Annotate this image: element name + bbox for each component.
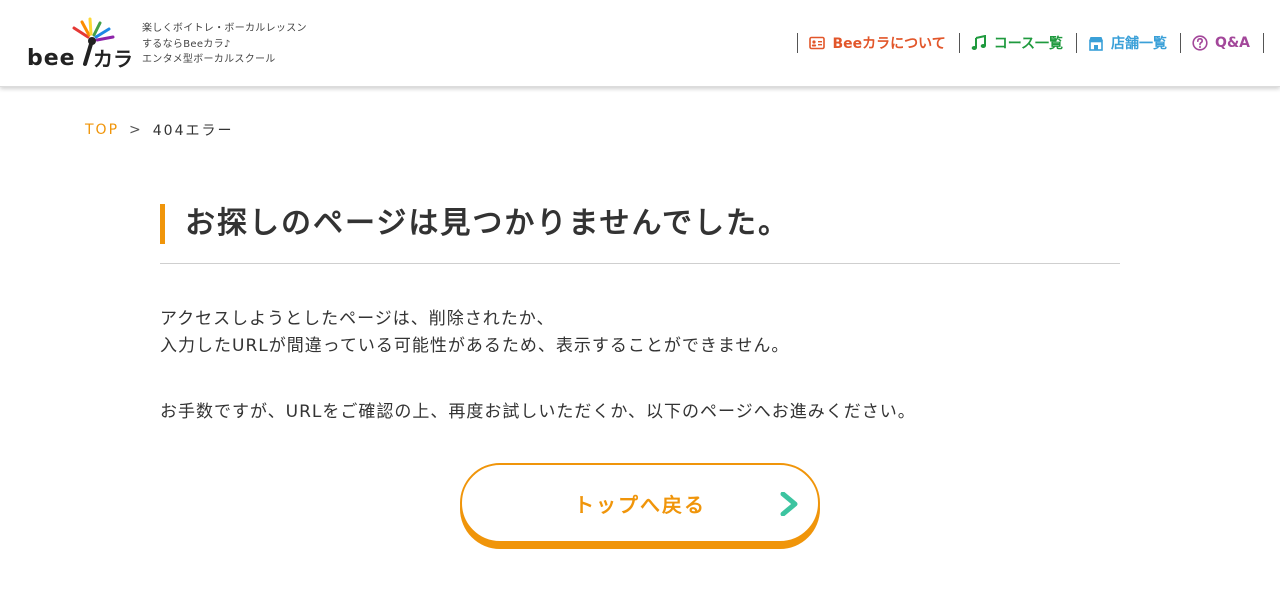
nav-item-stores[interactable]: 店舗一覧 [1076, 33, 1180, 53]
breadcrumb-current: 404エラー [152, 123, 234, 139]
header-tagline: 楽しくボイトレ・ボーカルレッスン するならBeeカラ♪ エンタメ型ボーカルスクー… [142, 21, 307, 68]
breadcrumb-separator: > [129, 122, 143, 138]
store-icon [1088, 36, 1104, 51]
music-note-icon [971, 35, 987, 51]
svg-text:カラ: カラ [93, 47, 133, 70]
tagline-line: エンタメ型ボーカルスクール [142, 54, 276, 65]
nav-item-label: コース一覧 [993, 36, 1064, 52]
guidance-text: お手数ですが、URLをご確認の上、再度お試しいただくか、以下のページへお進みくだ… [160, 402, 916, 422]
page-title: お探しのページは見つかりませんでした。 [160, 204, 1120, 244]
title-divider [160, 263, 1120, 264]
question-circle-icon [1192, 35, 1208, 51]
nav-item-qa[interactable]: Q&A [1180, 33, 1264, 53]
nav-item-label: Beeカラについて [832, 36, 946, 52]
nav-item-label: Q&A [1215, 35, 1250, 51]
global-nav: Beeカラについて コース一覧 店舗一覧 Q&A [797, 33, 1264, 53]
error-description-line: アクセスしようとしたページは、削除されたか、 [160, 309, 555, 329]
tagline-line: 楽しくボイトレ・ボーカルレッスン [142, 23, 307, 34]
error-description: アクセスしようとしたページは、削除されたか、 入力したURLが間違っている可能性… [160, 306, 789, 360]
logo-graphic: bee カラ [27, 17, 133, 70]
back-to-top-label: トップへ戻る [574, 492, 706, 517]
tagline-line: するならBeeカラ♪ [142, 38, 231, 50]
breadcrumb-top-link[interactable]: TOP [85, 122, 119, 138]
nav-item-label: 店舗一覧 [1111, 36, 1168, 52]
breadcrumb: TOP > 404エラー [85, 120, 233, 140]
back-to-top-button[interactable]: トップへ戻る [460, 463, 820, 543]
error-description-line: 入力したURLが間違っている可能性があるため、表示することができません。 [160, 336, 790, 356]
nav-item-about[interactable]: Beeカラについて [797, 33, 958, 53]
site-header: bee カラ 楽しくボイトレ・ボーカルレッスン するならBeeカラ♪ エンタメ型… [0, 0, 1280, 87]
chevron-right-icon [780, 491, 798, 517]
id-card-icon [809, 36, 826, 50]
svg-text:bee: bee [27, 46, 76, 70]
nav-item-courses[interactable]: コース一覧 [958, 33, 1076, 53]
beekara-logo[interactable]: bee カラ [27, 16, 137, 70]
